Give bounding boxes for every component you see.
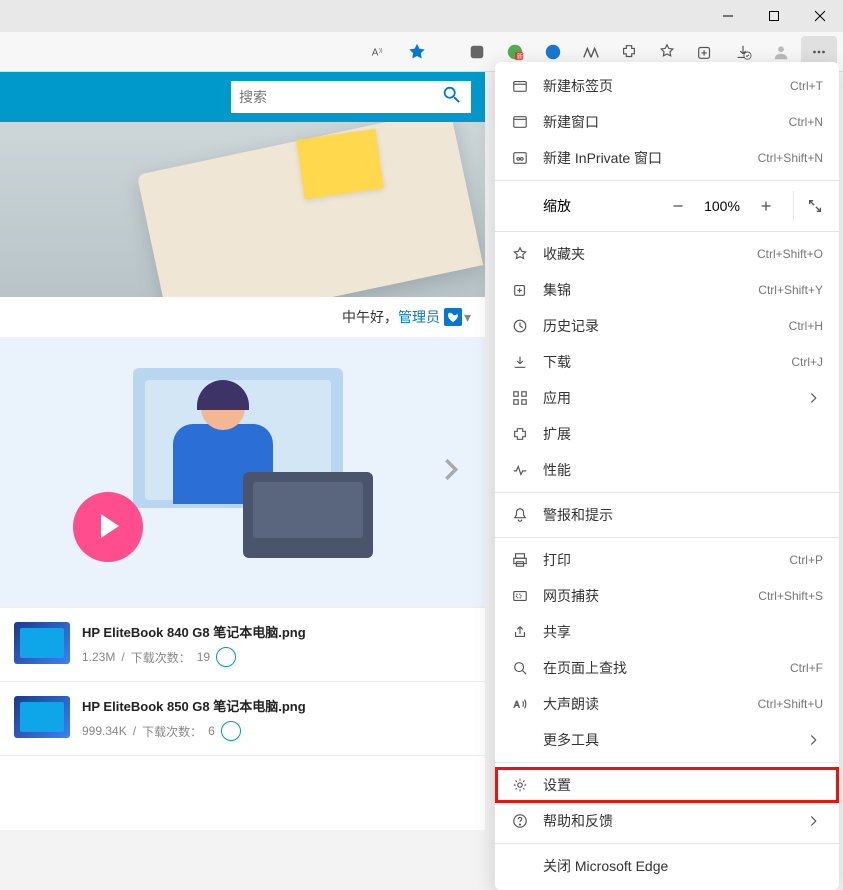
- menu-zoom: 缩放 100%: [495, 185, 839, 227]
- menu-history[interactable]: 历史记录 Ctrl+H: [495, 308, 839, 344]
- svg-text:A: A: [514, 700, 520, 710]
- heart-icon[interactable]: [444, 308, 462, 326]
- browser-menu: 新建标签页 Ctrl+T 新建窗口 Ctrl+N 新建 InPrivate 窗口…: [495, 62, 839, 890]
- zoom-in-button[interactable]: [751, 191, 781, 221]
- menu-capture[interactable]: 网页捕获 Ctrl+Shift+S: [495, 578, 839, 614]
- puzzle-icon: [511, 425, 529, 443]
- inprivate-icon: [511, 149, 529, 167]
- menu-favorites[interactable]: 收藏夹 Ctrl+Shift+O: [495, 236, 839, 272]
- zoom-out-button[interactable]: [663, 191, 693, 221]
- search-icon[interactable]: [441, 84, 463, 111]
- bell-icon: [511, 506, 529, 524]
- greeting-bar: 中午好， 管理员 ▾: [0, 297, 485, 337]
- illustration-panel: [0, 337, 485, 607]
- download-icon: [511, 353, 529, 371]
- menu-extensions[interactable]: 扩展: [495, 416, 839, 452]
- help-icon: [511, 812, 529, 830]
- history-icon: [511, 317, 529, 335]
- svg-text:A: A: [372, 47, 379, 58]
- read-aloud-icon: A: [511, 695, 529, 713]
- page-content: 中午好， 管理员 ▾ HP EliteBook 840 G8 笔记本电脑.png…: [0, 72, 485, 830]
- star-icon: [511, 245, 529, 263]
- share-icon: [511, 623, 529, 641]
- menu-read-aloud[interactable]: A 大声朗读 Ctrl+Shift+U: [495, 686, 839, 722]
- menu-help[interactable]: 帮助和反馈: [495, 803, 839, 839]
- find-icon: [511, 659, 529, 677]
- apps-icon: [511, 389, 529, 407]
- menu-downloads[interactable]: 下载 Ctrl+J: [495, 344, 839, 380]
- carousel-next-icon[interactable]: [437, 456, 465, 489]
- chevron-right-icon: [805, 812, 823, 830]
- site-header: [0, 72, 485, 122]
- minimize-button[interactable]: [705, 0, 751, 32]
- chevron-right-icon: [805, 389, 823, 407]
- svg-text:新: 新: [517, 51, 524, 60]
- menu-print[interactable]: 打印 Ctrl+P: [495, 542, 839, 578]
- list-item[interactable]: HP EliteBook 850 G8 笔记本电脑.png 999.34K/ 下…: [0, 682, 485, 756]
- fullscreen-button[interactable]: [793, 191, 823, 221]
- file-thumbnail: [14, 622, 70, 664]
- menu-more-tools[interactable]: 更多工具: [495, 722, 839, 758]
- menu-settings[interactable]: 设置: [495, 767, 839, 803]
- menu-close-edge[interactable]: 关闭 Microsoft Edge: [495, 848, 839, 884]
- download-icon[interactable]: [221, 721, 241, 741]
- greeting-text: 中午好，: [342, 307, 398, 327]
- menu-find[interactable]: 在页面上查找 Ctrl+F: [495, 650, 839, 686]
- printer-icon: [511, 551, 529, 569]
- file-name: HP EliteBook 840 G8 笔记本电脑.png: [82, 622, 471, 641]
- hero-banner: [0, 122, 485, 297]
- search-input[interactable]: [239, 89, 441, 105]
- dropdown-caret-icon[interactable]: ▾: [464, 309, 471, 326]
- chevron-right-icon: [805, 731, 823, 749]
- file-thumbnail: [14, 696, 70, 738]
- greeting-admin: 管理员: [398, 307, 440, 327]
- menu-new-window[interactable]: 新建窗口 Ctrl+N: [495, 104, 839, 140]
- file-meta: 1.23M/ 下载次数：19: [82, 647, 471, 667]
- file-list: HP EliteBook 840 G8 笔记本电脑.png 1.23M/ 下载次…: [0, 607, 485, 756]
- menu-new-inprivate[interactable]: 新建 InPrivate 窗口 Ctrl+Shift+N: [495, 140, 839, 176]
- menu-apps[interactable]: 应用: [495, 380, 839, 416]
- zoom-label: 缩放: [543, 196, 571, 216]
- capture-icon: [511, 587, 529, 605]
- menu-performance[interactable]: 性能: [495, 452, 839, 488]
- new-tab-icon: [511, 77, 529, 95]
- read-aloud-icon[interactable]: A)): [361, 36, 397, 68]
- list-item[interactable]: HP EliteBook 840 G8 笔记本电脑.png 1.23M/ 下载次…: [0, 608, 485, 682]
- close-button[interactable]: [797, 0, 843, 32]
- collections-icon: [511, 281, 529, 299]
- maximize-button[interactable]: [751, 0, 797, 32]
- svg-text:)): )): [379, 48, 383, 54]
- file-name: HP EliteBook 850 G8 笔记本电脑.png: [82, 696, 471, 715]
- menu-share[interactable]: 共享: [495, 614, 839, 650]
- zoom-value: 100%: [699, 198, 745, 214]
- download-icon[interactable]: [216, 647, 236, 667]
- gear-icon: [511, 776, 529, 794]
- file-meta: 999.34K/ 下载次数：6: [82, 721, 471, 741]
- search-box[interactable]: [231, 81, 471, 113]
- favorite-star-icon[interactable]: [399, 36, 435, 68]
- new-window-icon: [511, 113, 529, 131]
- window-titlebar: [0, 0, 843, 32]
- extension-icon-1[interactable]: [459, 36, 495, 68]
- menu-collections[interactable]: 集锦 Ctrl+Shift+Y: [495, 272, 839, 308]
- menu-new-tab[interactable]: 新建标签页 Ctrl+T: [495, 68, 839, 104]
- pulse-icon: [511, 461, 529, 479]
- menu-alerts[interactable]: 警报和提示: [495, 497, 839, 533]
